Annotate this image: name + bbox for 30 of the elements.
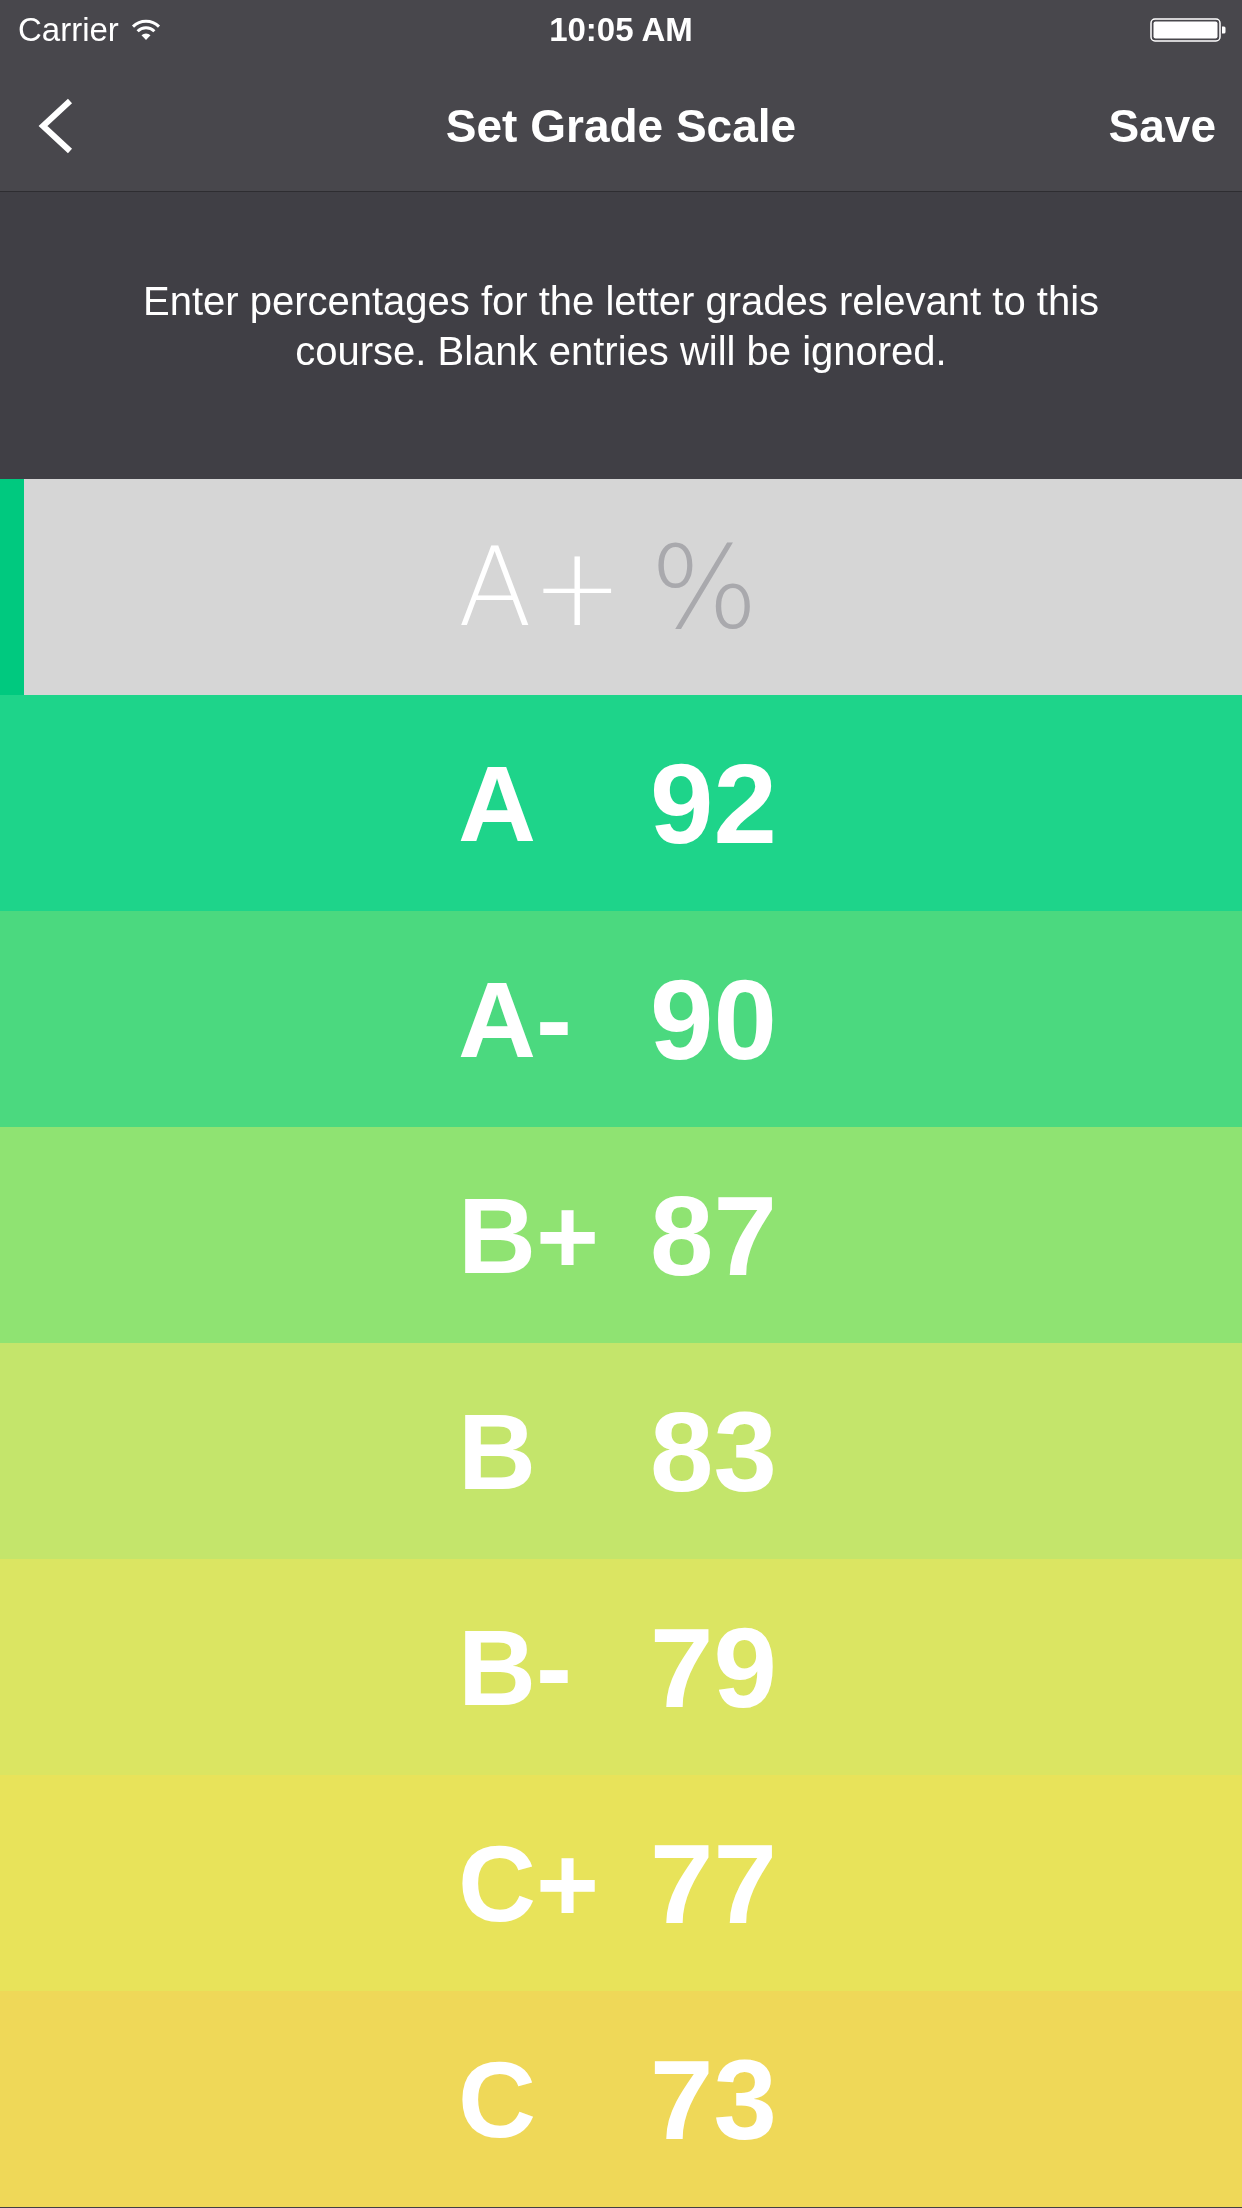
grade-label: A <box>458 741 537 866</box>
grade-label: A- <box>458 957 573 1082</box>
grade-row[interactable]: A- 90 <box>0 911 1242 1127</box>
grade-row[interactable]: B+ 87 <box>0 1127 1242 1343</box>
grade-label: B+ <box>458 1173 601 1298</box>
grade-label: C <box>458 2037 537 2162</box>
grade-row[interactable]: C 73 <box>0 1991 1242 2207</box>
percent-field[interactable]: 73 <box>650 2033 990 2165</box>
grade-row[interactable]: B- 79 <box>0 1559 1242 1775</box>
wifi-icon <box>130 19 161 41</box>
instructions-text: Enter percentages for the letter grades relevant to this course. Blank entries will be ignored. <box>141 277 1101 375</box>
percent-field[interactable]: 83 <box>650 1385 990 1517</box>
percent-field[interactable]: 92 <box>650 737 990 869</box>
grade-row[interactable]: A 92 <box>0 695 1242 911</box>
percent-field[interactable]: 77 <box>650 1817 990 1949</box>
grade-row[interactable]: C+ 77 <box>0 1775 1242 1991</box>
save-button[interactable]: Save <box>1108 94 1216 157</box>
clock-time: 10:05 AM <box>549 11 693 49</box>
carrier-name: Carrier <box>18 11 119 49</box>
grade-label: B <box>458 1389 537 1514</box>
percent-field[interactable]: 90 <box>650 953 990 1085</box>
battery-icon <box>1150 18 1226 42</box>
percent-field[interactable]: % <box>650 520 990 654</box>
grade-row[interactable]: B 83 <box>0 1343 1242 1559</box>
grade-label: C+ <box>458 1821 601 1946</box>
grade-label: B- <box>458 1605 573 1730</box>
percent-field[interactable]: 79 <box>650 1601 990 1733</box>
percent-field[interactable]: 87 <box>650 1169 990 1301</box>
screen-title: Set Grade Scale <box>445 98 797 153</box>
chevron-left-icon <box>36 97 74 154</box>
